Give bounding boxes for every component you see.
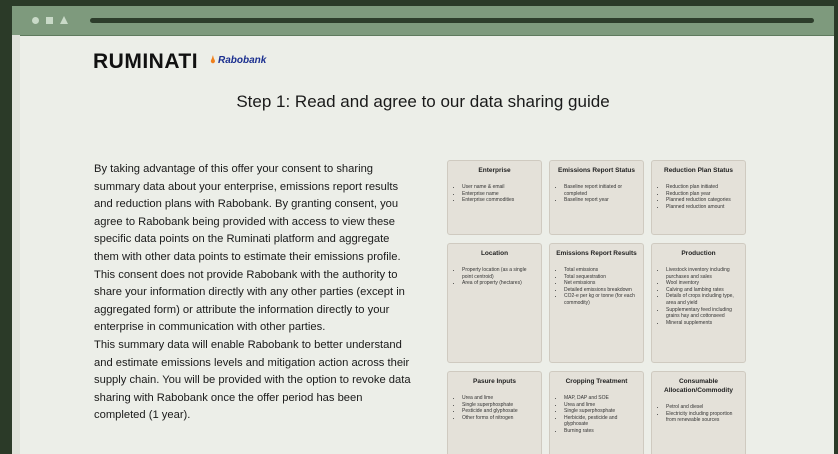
data-card-item: Petrol and diesel: [666, 404, 739, 411]
data-card-list: Petrol and dieselElectricity including p…: [658, 404, 739, 424]
data-card-list: Livestock inventory including purchases …: [658, 267, 739, 326]
data-card-title: Enterprise: [478, 167, 511, 174]
data-card-list: Reduction plan initiatedReduction plan y…: [658, 184, 739, 210]
data-card-title: Reduction Plan Status: [664, 167, 733, 174]
data-card-item: Reduction plan year: [666, 191, 739, 198]
data-card: Pasure Inputs Urea and limeSingle superph…: [447, 371, 542, 454]
data-card-item: CO2-e per kg or tonne (for each commodit…: [564, 293, 637, 306]
data-card-item: Net emissions: [564, 280, 637, 287]
window-title-bar: [12, 6, 834, 36]
circle-icon[interactable]: [32, 17, 39, 24]
data-card-item: Planned reduction categories: [666, 197, 739, 204]
page-title: Step 1: Read and agree to our data shari…: [236, 92, 610, 111]
data-card-item: Wool inventory: [666, 280, 739, 287]
data-card: Consumable Allocation/Commodity Petrol an…: [651, 371, 746, 454]
rabobank-logo: 🌢 Rabobank: [210, 55, 266, 66]
consent-paragraph-2: This summary data will enable Rabobank t…: [94, 338, 411, 422]
data-card-item: Total emissions: [564, 267, 637, 274]
data-card-item: Enterprise name: [462, 191, 535, 198]
data-card-item: Enterprise commodities: [462, 197, 535, 204]
data-card-item: Burning rates: [564, 428, 637, 435]
data-card-item: Calving and lambing rates: [666, 287, 739, 294]
data-card-list: User name & emailEnterprise nameEnterpri…: [454, 184, 535, 204]
data-card-item: Herbicide, pesticide and glyphosate: [564, 415, 637, 428]
data-card-item: Property location (as a single point cen…: [462, 267, 535, 280]
data-card-title: Emissions Report Status: [558, 167, 635, 174]
square-icon[interactable]: [46, 17, 53, 24]
ruminati-logo: RUMINATI: [93, 50, 199, 73]
data-points-grid: Enterprise User name & emailEnterprise na…: [447, 160, 746, 454]
rabobank-logo-text: Rabobank: [218, 55, 267, 66]
data-card-list: Baseline report initiated or completedBa…: [556, 184, 637, 204]
data-card-title: Pasure Inputs: [473, 378, 516, 385]
data-card: Production Livestock inventory including …: [651, 243, 746, 363]
address-bar[interactable]: [90, 18, 814, 23]
data-card-item: Baseline report initiated or completed: [564, 184, 637, 197]
data-card-item: Detailed emissions breakdown: [564, 287, 637, 294]
data-card-item: Details of crops including type, area an…: [666, 293, 739, 306]
data-card: Emissions Report Status Baseline report i…: [549, 160, 644, 235]
data-card-item: MAP, DAP and SOE: [564, 395, 637, 402]
rabobank-mark-icon: 🌢: [210, 55, 216, 66]
data-card-title: Location: [480, 250, 509, 257]
data-card-item: Mineral supplements: [666, 320, 739, 327]
data-card-item: Supplementary feed including grains hay …: [666, 307, 739, 320]
data-card-item: Urea and lime: [564, 402, 637, 409]
data-card-item: Planned reduction amount: [666, 204, 739, 211]
data-card-list: MAP, DAP and SOEUrea and limeSingle supe…: [556, 395, 637, 435]
data-card-item: Single superphosphate: [564, 408, 637, 415]
data-card-item: Electricity including proportion from re…: [666, 411, 739, 424]
triangle-icon[interactable]: [60, 16, 68, 24]
data-card: Reduction Plan Status Reduction plan init…: [651, 160, 746, 235]
data-card-list: Property location (as a single point cen…: [454, 267, 535, 287]
data-card: Emissions Report Results Total emissionsT…: [549, 243, 644, 363]
data-card-title: Production: [681, 250, 716, 257]
browser-window: RUMINATI 🌢 Rabobank Step 1: Read and agre…: [12, 6, 834, 454]
data-card-item: Pesticide and glyphosate: [462, 408, 535, 415]
data-card-item: Total sequestration: [564, 274, 637, 281]
consent-text: By taking advantage of this offer your c…: [94, 161, 414, 425]
data-card-list: Total emissionsTotal sequestrationNet em…: [556, 267, 637, 307]
consent-paragraph-1: By taking advantage of this offer your c…: [94, 163, 405, 334]
data-card-item: Reduction plan initiated: [666, 184, 739, 191]
data-card-item: Other forms of nitrogen: [462, 415, 535, 422]
data-card-item: Livestock inventory including purchases …: [666, 267, 739, 280]
data-card-title: Emissions Report Results: [556, 250, 637, 257]
data-card-item: Baseline report year: [564, 197, 637, 204]
data-card-title: Cropping Treatment: [565, 378, 628, 385]
data-card-item: Urea and lime: [462, 395, 535, 402]
data-card-item: User name & email: [462, 184, 535, 191]
data-card: Cropping Treatment MAP, DAP and SOEUrea a…: [549, 371, 644, 454]
data-card: Location Property location (as a single p…: [447, 243, 542, 363]
data-card-item: Area of property (hectares): [462, 280, 535, 287]
data-card-title: Consumable Allocation/Commodity: [664, 378, 733, 394]
data-card-item: Single superphosphate: [462, 402, 535, 409]
data-card-list: Urea and limeSingle superphosphatePestic…: [454, 395, 535, 421]
data-card: Enterprise User name & emailEnterprise na…: [447, 160, 542, 235]
